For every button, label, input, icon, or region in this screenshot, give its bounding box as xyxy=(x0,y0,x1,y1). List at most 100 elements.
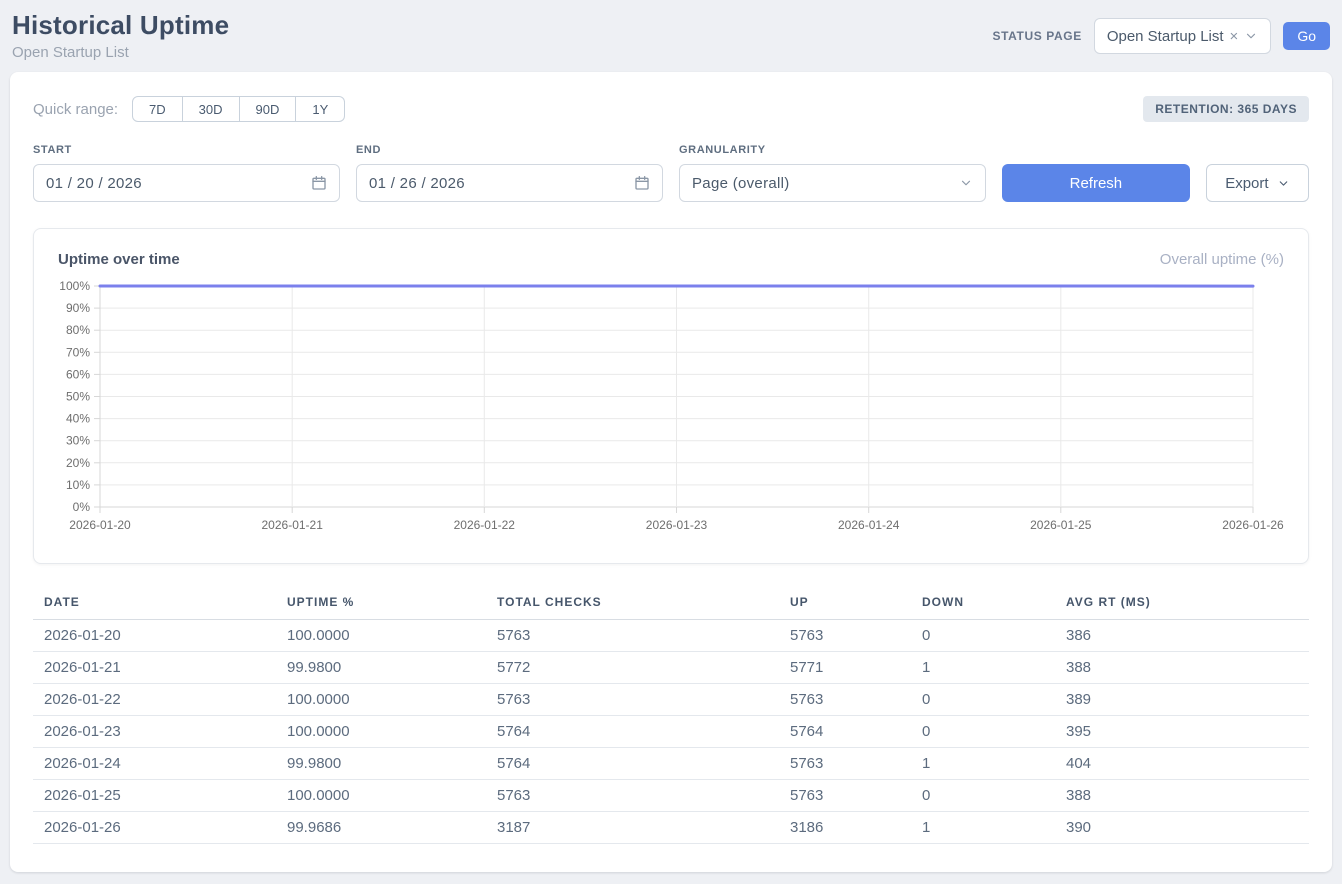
page-header: Historical Uptime Open Startup List STAT… xyxy=(0,0,1342,61)
column-header: DOWN xyxy=(911,589,1055,620)
svg-text:90%: 90% xyxy=(66,301,90,315)
chevron-down-icon xyxy=(959,176,973,190)
quick-range-7d[interactable]: 7D xyxy=(132,96,183,122)
table-cell: 388 xyxy=(1055,780,1309,812)
end-date-field: END 01 / 26 / 2026 xyxy=(356,144,663,202)
table-cell: 404 xyxy=(1055,748,1309,780)
svg-text:2026-01-21: 2026-01-21 xyxy=(262,518,324,532)
page-subtitle: Open Startup List xyxy=(12,44,229,61)
chart-legend: Overall uptime (%) xyxy=(1160,251,1284,268)
uptime-table: DATEUPTIME %TOTAL CHECKSUPDOWNAVG RT (MS… xyxy=(33,589,1309,844)
end-date-value: 01 / 26 / 2026 xyxy=(369,175,634,192)
granularity-select[interactable]: Page (overall) xyxy=(679,164,986,202)
table-cell: 2026-01-23 xyxy=(33,716,276,748)
table-cell: 99.9800 xyxy=(276,748,486,780)
refresh-button[interactable]: Refresh xyxy=(1002,164,1190,202)
quick-range-90d[interactable]: 90D xyxy=(240,96,297,122)
table-cell: 5764 xyxy=(486,716,779,748)
end-date-input[interactable]: 01 / 26 / 2026 xyxy=(356,164,663,202)
table-cell: 99.9686 xyxy=(276,812,486,844)
table-row: 2026-01-2699.9686318731861390 xyxy=(33,812,1309,844)
table-cell: 5763 xyxy=(486,684,779,716)
clear-selection-icon[interactable]: × xyxy=(1230,28,1239,45)
table-cell: 3187 xyxy=(486,812,779,844)
main-panel: Quick range: 7D30D90D1Y RETENTION: 365 D… xyxy=(10,72,1332,872)
header-actions: STATUS PAGE Open Startup List × Go xyxy=(993,18,1330,54)
start-date-input[interactable]: 01 / 20 / 2026 xyxy=(33,164,340,202)
table-cell: 388 xyxy=(1055,652,1309,684)
status-page-label: STATUS PAGE xyxy=(993,29,1082,43)
granularity-field: GRANULARITY Page (overall) xyxy=(679,144,986,202)
export-button[interactable]: Export xyxy=(1206,164,1309,202)
table-cell: 5763 xyxy=(779,684,911,716)
svg-text:60%: 60% xyxy=(66,367,90,381)
table-cell: 100.0000 xyxy=(276,716,486,748)
chart-canvas: 0%10%20%30%40%50%60%70%80%90%100%2026-01… xyxy=(40,276,1286,538)
svg-text:2026-01-24: 2026-01-24 xyxy=(838,518,900,532)
table-cell: 5772 xyxy=(486,652,779,684)
quick-range-group: 7D30D90D1Y xyxy=(132,96,345,122)
retention-badge: RETENTION: 365 DAYS xyxy=(1143,96,1309,122)
table-cell: 0 xyxy=(911,716,1055,748)
calendar-icon[interactable] xyxy=(311,175,327,191)
table-cell: 0 xyxy=(911,780,1055,812)
uptime-line-chart: 0%10%20%30%40%50%60%70%80%90%100%2026-01… xyxy=(40,276,1308,543)
quick-range-1y[interactable]: 1Y xyxy=(296,96,345,122)
table-cell: 390 xyxy=(1055,812,1309,844)
column-header: UPTIME % xyxy=(276,589,486,620)
status-page-select-value: Open Startup List xyxy=(1107,28,1224,45)
svg-text:50%: 50% xyxy=(66,390,90,404)
table-cell: 1 xyxy=(911,812,1055,844)
table-header-row: DATEUPTIME %TOTAL CHECKSUPDOWNAVG RT (MS… xyxy=(33,589,1309,620)
table-cell: 2026-01-21 xyxy=(33,652,276,684)
svg-text:0%: 0% xyxy=(73,500,91,514)
svg-text:80%: 80% xyxy=(66,323,90,337)
table-row: 2026-01-2199.9800577257711388 xyxy=(33,652,1309,684)
svg-text:2026-01-23: 2026-01-23 xyxy=(646,518,708,532)
svg-text:40%: 40% xyxy=(66,412,90,426)
quick-range-30d[interactable]: 30D xyxy=(183,96,240,122)
calendar-icon[interactable] xyxy=(634,175,650,191)
table-cell: 5764 xyxy=(486,748,779,780)
quick-range-label: Quick range: xyxy=(33,101,118,118)
page-title: Historical Uptime xyxy=(12,10,229,41)
quick-range-row: Quick range: 7D30D90D1Y RETENTION: 365 D… xyxy=(33,96,1309,122)
granularity-value: Page (overall) xyxy=(692,175,959,192)
table-cell: 2026-01-20 xyxy=(33,620,276,652)
table-row: 2026-01-2499.9800576457631404 xyxy=(33,748,1309,780)
svg-text:30%: 30% xyxy=(66,434,90,448)
svg-text:10%: 10% xyxy=(66,478,90,492)
table-cell: 99.9800 xyxy=(276,652,486,684)
table-row: 2026-01-20100.0000576357630386 xyxy=(33,620,1309,652)
table-cell: 100.0000 xyxy=(276,684,486,716)
column-header: TOTAL CHECKS xyxy=(486,589,779,620)
controls-row: START 01 / 20 / 2026 END 01 / 26 / 2026 … xyxy=(33,144,1309,202)
svg-text:2026-01-26: 2026-01-26 xyxy=(1222,518,1284,532)
table-cell: 2026-01-26 xyxy=(33,812,276,844)
table-body: 2026-01-20100.00005763576303862026-01-21… xyxy=(33,620,1309,844)
title-block: Historical Uptime Open Startup List xyxy=(12,10,229,61)
column-header: AVG RT (MS) xyxy=(1055,589,1309,620)
table-row: 2026-01-23100.0000576457640395 xyxy=(33,716,1309,748)
table-row: 2026-01-22100.0000576357630389 xyxy=(33,684,1309,716)
table-cell: 0 xyxy=(911,684,1055,716)
table-cell: 5771 xyxy=(779,652,911,684)
svg-text:20%: 20% xyxy=(66,456,90,470)
svg-text:2026-01-25: 2026-01-25 xyxy=(1030,518,1092,532)
table-cell: 1 xyxy=(911,748,1055,780)
table-row: 2026-01-25100.0000576357630388 xyxy=(33,780,1309,812)
table-cell: 2026-01-24 xyxy=(33,748,276,780)
table-cell: 5763 xyxy=(779,620,911,652)
table-cell: 100.0000 xyxy=(276,620,486,652)
status-page-select[interactable]: Open Startup List × xyxy=(1094,18,1272,54)
svg-text:100%: 100% xyxy=(59,279,90,293)
go-button[interactable]: Go xyxy=(1283,22,1330,50)
table-cell: 5763 xyxy=(486,620,779,652)
table-cell: 5764 xyxy=(779,716,911,748)
chart-title: Uptime over time xyxy=(58,251,180,268)
svg-text:2026-01-22: 2026-01-22 xyxy=(454,518,516,532)
table-cell: 5763 xyxy=(486,780,779,812)
table-cell: 100.0000 xyxy=(276,780,486,812)
column-header: UP xyxy=(779,589,911,620)
chevron-down-icon xyxy=(1244,29,1258,43)
